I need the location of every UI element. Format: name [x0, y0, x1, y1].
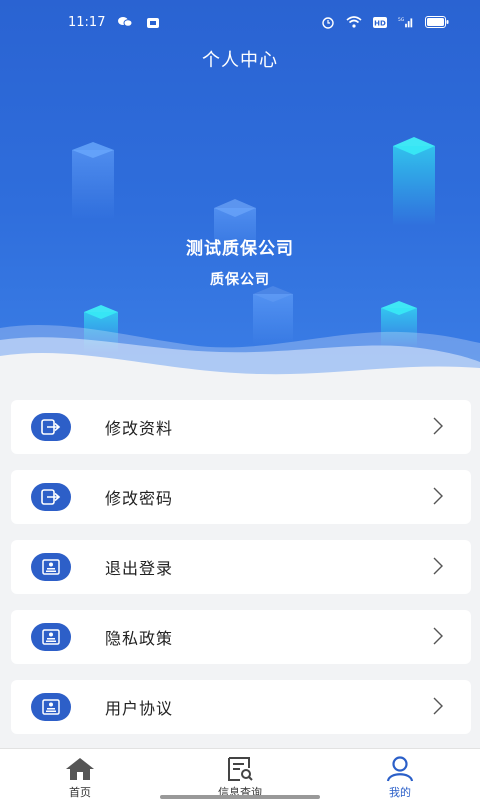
wifi-icon — [346, 15, 362, 29]
profile-header-banner: 11:17 HD 5G 个人中心 测试质保公司 质保公司 — [0, 0, 480, 380]
menu-label: 用户协议 — [105, 699, 174, 718]
menu-label: 修改资料 — [105, 419, 174, 438]
tab-label: 我的 — [389, 786, 411, 799]
tab-info-query[interactable]: 信息查询 — [160, 749, 320, 800]
id-card-icon — [31, 623, 71, 651]
hd-icon: HD — [372, 15, 388, 29]
status-time: 11:17 — [68, 14, 106, 30]
battery-icon — [424, 15, 450, 29]
menu-label: 隐私政策 — [105, 629, 174, 648]
menu-item-user-agreement[interactable]: 用户协议 — [11, 680, 471, 734]
chevron-right-icon — [433, 417, 443, 435]
page-title: 个人中心 — [202, 50, 278, 71]
chevron-right-icon — [433, 627, 443, 645]
menu-label: 修改密码 — [105, 489, 174, 508]
menu-label: 退出登录 — [105, 559, 174, 578]
home-icon — [64, 755, 96, 782]
bottom-tab-bar: 首页 信息查询 我的 — [0, 748, 480, 800]
menu-item-logout[interactable]: 退出登录 — [11, 540, 471, 594]
signal-icon: 5G — [398, 15, 414, 29]
company-name: 测试质保公司 — [186, 239, 294, 259]
id-card-icon — [31, 553, 71, 581]
chat-app-icon — [117, 15, 133, 29]
home-indicator[interactable] — [160, 795, 320, 799]
document-search-icon — [224, 755, 256, 782]
menu-item-edit-profile[interactable]: 修改资料 — [11, 400, 471, 454]
user-icon — [384, 755, 416, 782]
menu-item-privacy-policy[interactable]: 隐私政策 — [11, 610, 471, 664]
notification-app-icon — [145, 15, 161, 29]
chevron-right-icon — [433, 487, 443, 505]
id-card-icon — [31, 693, 71, 721]
alarm-icon — [320, 15, 336, 29]
chevron-right-icon — [433, 697, 443, 715]
chevron-right-icon — [433, 557, 443, 575]
svg-text:HD: HD — [374, 19, 386, 27]
tab-label: 首页 — [69, 786, 91, 799]
status-bar: 11:17 HD 5G — [0, 0, 480, 44]
tab-mine[interactable]: 我的 — [320, 749, 480, 800]
svg-text:5G: 5G — [398, 17, 405, 23]
menu-item-change-password[interactable]: 修改密码 — [11, 470, 471, 524]
tab-home[interactable]: 首页 — [0, 749, 160, 800]
exit-arrow-icon — [31, 483, 71, 511]
settings-menu: 修改资料 修改密码 退出登录 隐私政策 用户协议 — [11, 400, 471, 750]
exit-arrow-icon — [31, 413, 71, 441]
company-type: 质保公司 — [210, 272, 270, 288]
